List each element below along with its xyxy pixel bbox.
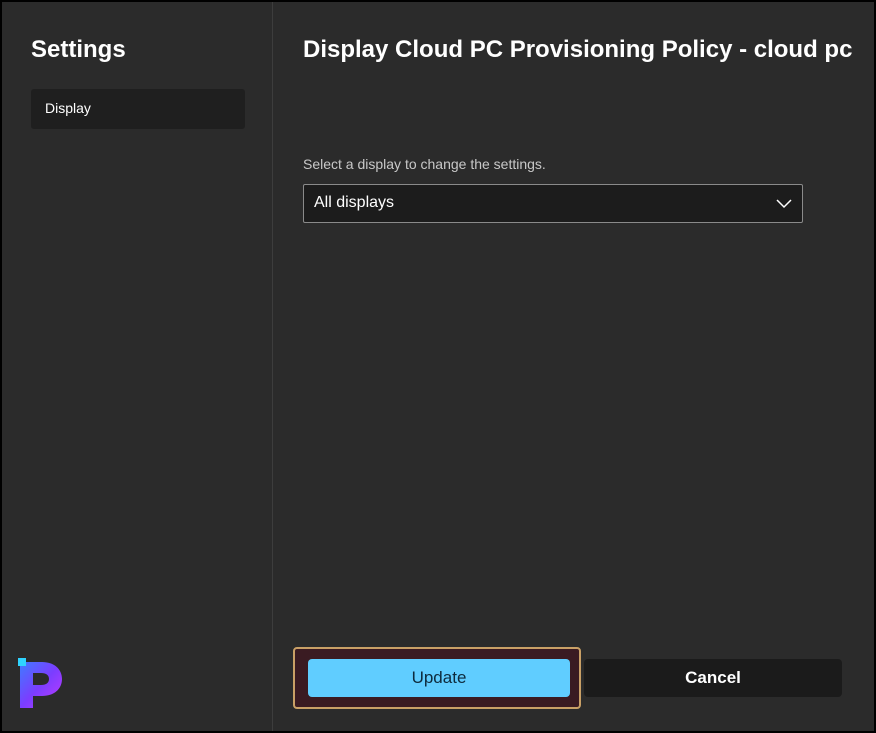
cancel-button[interactable]: Cancel: [584, 659, 842, 697]
brand-p-logo-icon: [18, 658, 62, 708]
sidebar-title: Settings: [31, 36, 126, 63]
sidebar-item-display[interactable]: Display: [31, 89, 245, 129]
update-button[interactable]: Update: [308, 659, 570, 697]
sidebar-item-label: Display: [45, 100, 91, 116]
settings-dialog: Settings Display Display Cloud PC Provis…: [0, 0, 876, 733]
display-select-value: All displays: [314, 194, 395, 211]
display-select[interactable]: All displays: [303, 184, 803, 223]
page-title: Display Cloud PC Provisioning Policy - c…: [303, 36, 853, 63]
chevron-down-icon: [776, 199, 792, 209]
settings-sidebar: Settings Display: [2, 2, 273, 731]
display-select-label: Select a display to change the settings.: [303, 156, 546, 172]
